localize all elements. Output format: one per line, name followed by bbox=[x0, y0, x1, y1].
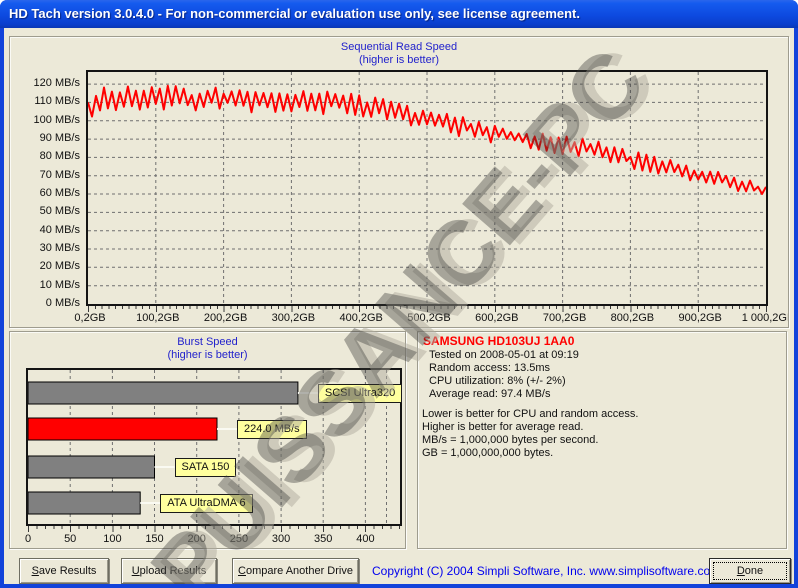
y-axis-label: 80 MB/s bbox=[39, 150, 80, 163]
burst-speed-panel: Burst Speed (higher is better) SCSI Ultr… bbox=[9, 331, 406, 549]
info-note-line: Lower is better for CPU and random acces… bbox=[422, 408, 639, 420]
y-axis-label: 10 MB/s bbox=[39, 278, 80, 291]
burst-x-axis-label: 150 bbox=[145, 533, 164, 545]
burst-chart-subtitle: (higher is better) bbox=[167, 349, 248, 361]
drive-info-panel: SAMSUNG HD103UJ 1AA0 Tested on 2008-05-0… bbox=[417, 331, 787, 549]
drive-name: SAMSUNG HD103UJ 1AA0 bbox=[423, 334, 575, 348]
burst-x-axis-label: 0 bbox=[24, 533, 32, 545]
y-axis-label: 60 MB/s bbox=[39, 187, 80, 200]
burst-bar bbox=[28, 491, 141, 515]
burst-x-axis-label: 50 bbox=[64, 533, 77, 545]
y-axis-label: 40 MB/s bbox=[39, 223, 80, 236]
drive-test-details: Tested on 2008-05-01 at 09:19 Random acce… bbox=[429, 349, 579, 401]
burst-x-axis-label: 300 bbox=[271, 533, 291, 545]
y-axis-label: 120 MB/s bbox=[33, 77, 80, 90]
burst-bar bbox=[28, 455, 155, 479]
copyright-text: Copyright (C) 2004 Simpli Software, Inc.… bbox=[372, 564, 721, 578]
y-axis-label: 20 MB/s bbox=[39, 260, 80, 273]
burst-x-axis-label: 400 bbox=[356, 533, 375, 545]
info-note-line: MB/s = 1,000,000 bytes per second. bbox=[422, 434, 599, 446]
drive-detail-line: CPU utilization: 8% (+/- 2%) bbox=[429, 375, 566, 387]
y-axis-label: 90 MB/s bbox=[39, 132, 80, 145]
burst-bar-label: 224.0 MB/s bbox=[237, 420, 307, 439]
y-axis-label: 30 MB/s bbox=[39, 242, 80, 254]
save-results-button[interactable]: Save Results bbox=[19, 558, 109, 584]
sequential-read-chart bbox=[88, 72, 766, 304]
burst-x-axis-label: 250 bbox=[229, 533, 249, 545]
sequential-chart-subtitle: (higher is better) bbox=[358, 54, 440, 66]
burst-x-axis-label: 350 bbox=[314, 533, 333, 545]
client-area: Sequential Read Speed (higher is better)… bbox=[4, 28, 794, 584]
hdtach-window: HD Tach version 3.0.4.0 - For non-commer… bbox=[0, 0, 798, 588]
burst-bar-label: ATA UltraDMA 6 bbox=[160, 494, 253, 513]
sequential-read-plot bbox=[86, 70, 768, 306]
burst-x-axis-major-ticks bbox=[28, 526, 404, 532]
sequential-chart-title: Sequential Read Speed bbox=[340, 41, 458, 53]
burst-bar bbox=[28, 417, 218, 441]
done-button[interactable]: Done bbox=[709, 558, 791, 584]
burst-x-axis-label: 100 bbox=[103, 533, 122, 545]
y-axis-label: 0 MB/s bbox=[45, 297, 80, 309]
burst-bar-label: SATA 150 bbox=[174, 458, 237, 477]
drive-info-notes: Lower is better for CPU and random acces… bbox=[422, 408, 638, 460]
burst-bar bbox=[28, 381, 299, 405]
title-bar[interactable]: HD Tach version 3.0.4.0 - For non-commer… bbox=[0, 0, 798, 28]
x-axis-label: 1 000,2GE bbox=[741, 312, 788, 324]
burst-chart-title: Burst Speed bbox=[177, 336, 238, 348]
compare-another-drive-button[interactable]: Compare Another Drive bbox=[232, 558, 359, 584]
y-axis-label: 50 MB/s bbox=[39, 205, 80, 218]
info-note-line: Higher is better for average read. bbox=[422, 421, 584, 433]
burst-x-axis-label: 200 bbox=[187, 533, 206, 545]
upload-results-button[interactable]: Upload Results bbox=[121, 558, 217, 584]
info-note-line: GB = 1,000,000,000 bytes. bbox=[422, 447, 554, 459]
drive-detail-line: Random access: 13.5ms bbox=[429, 362, 551, 374]
window-title: HD Tach version 3.0.4.0 - For non-commer… bbox=[9, 6, 580, 21]
sequential-read-panel: Sequential Read Speed (higher is better)… bbox=[9, 36, 789, 328]
y-axis-label: 100 MB/s bbox=[33, 113, 80, 126]
drive-detail-line: Tested on 2008-05-01 at 09:19 bbox=[429, 349, 579, 361]
burst-bar-label: SCSI Ultra320 bbox=[317, 384, 403, 403]
drive-detail-line: Average read: 97.4 MB/s bbox=[429, 388, 551, 400]
y-axis-label: 110 MB/s bbox=[34, 95, 80, 108]
y-axis-label: 70 MB/s bbox=[39, 168, 80, 181]
